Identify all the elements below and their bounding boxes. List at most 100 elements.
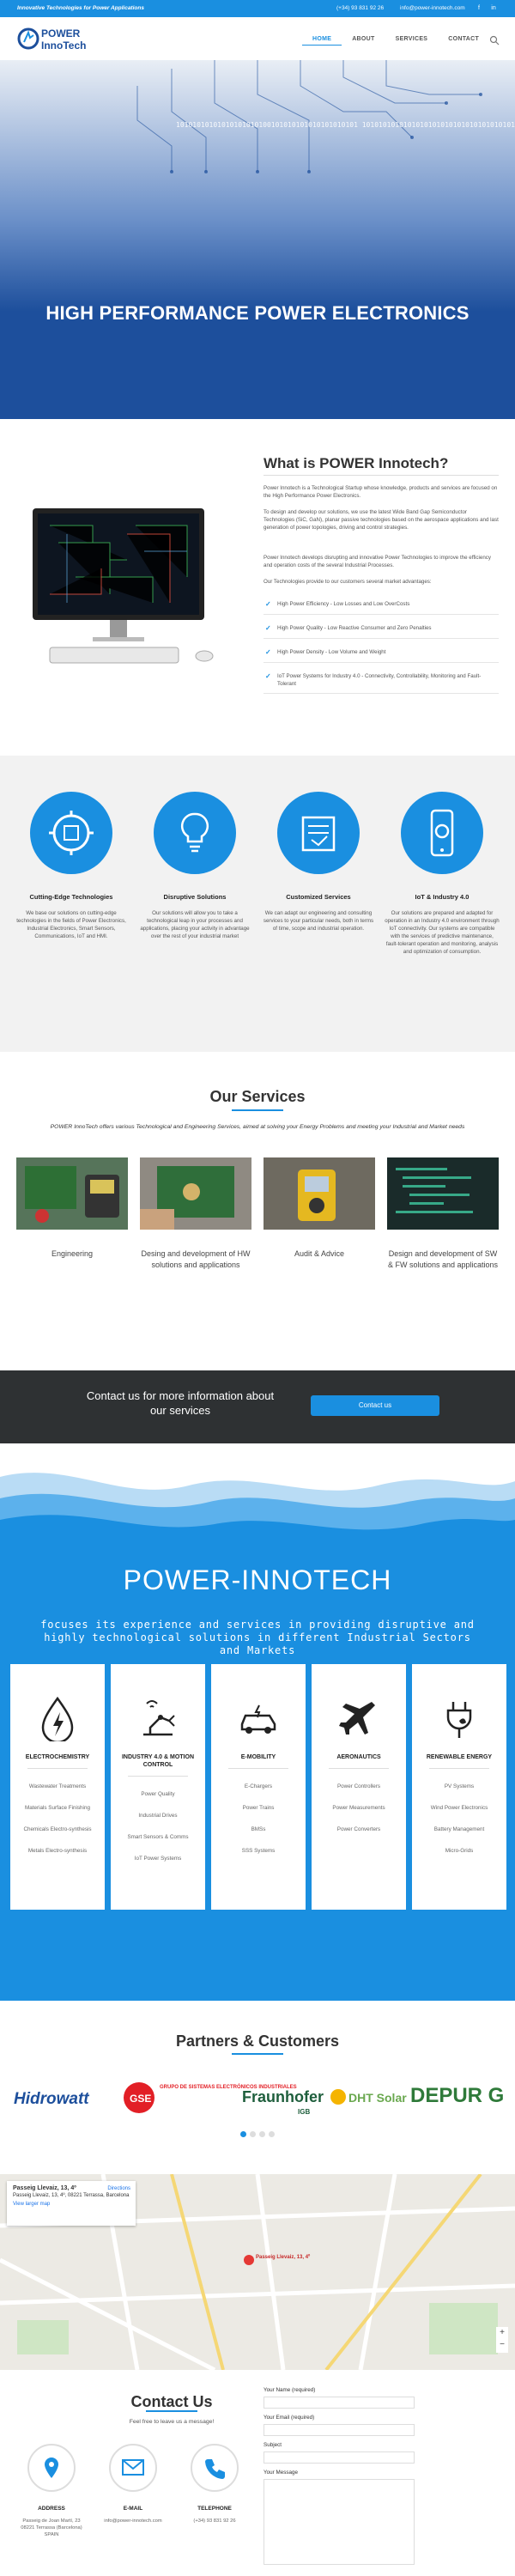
feature-title: Disruptive Solutions (163, 893, 227, 901)
feature-title: IoT & Industry 4.0 (415, 893, 470, 901)
feature-title: Cutting-Edge Technologies (29, 893, 113, 901)
service-engineering[interactable]: Engineering (16, 1157, 128, 1260)
logo-dht-solar: DHT Solar (348, 2091, 407, 2105)
sector-item[interactable]: Wastewater Treatments (10, 1783, 105, 1790)
search-icon[interactable] (489, 34, 500, 46)
map-zoom-controls[interactable]: + − (496, 2327, 508, 2353)
sector-item[interactable]: Power Converters (312, 1826, 406, 1833)
service-photo (140, 1157, 251, 1230)
sector-item[interactable]: BMSs (211, 1826, 306, 1833)
contact-address: ADDRESS Passeig de Joan Martí, 23 08221 … (17, 2444, 86, 2538)
check-icon: ✓ (265, 672, 271, 680)
hero-binary-text: 1010101010101010101010010101010101010101… (176, 121, 515, 129)
email-field[interactable] (264, 2424, 415, 2436)
divider (264, 475, 499, 476)
contact-email: E-MAIL info@power-innotech.com (99, 2444, 167, 2524)
sector-item[interactable]: Power Trains (211, 1805, 306, 1812)
contact-address-text: Passeig de Joan Martí, 23 08221 Terrassa… (21, 2518, 82, 2537)
sectors-title: POWER-INNOTECH (123, 1564, 392, 1595)
about-paragraph-1: Power Innotech is a Technological Startu… (264, 485, 498, 499)
envelope-icon (109, 2444, 157, 2492)
map-pin-label: Passeig Llevaiz, 13, 4º (256, 2255, 311, 2260)
facebook-icon[interactable]: f (475, 4, 483, 13)
nav-home[interactable]: HOME (302, 36, 342, 46)
carousel-dot[interactable] (250, 2131, 256, 2137)
contact-phone-title: TELEPHONE (197, 2506, 232, 2512)
service-audit[interactable]: Audit & Advice (264, 1157, 375, 1260)
subject-field[interactable] (264, 2451, 415, 2464)
contact-email-text[interactable]: info@power-innotech.com (99, 2518, 167, 2524)
hero-banner: 1010101010101010101010010101010101010101… (0, 60, 515, 419)
hero-circuit-graphic: 1010101010101010101010010101010101010101… (0, 60, 515, 419)
top-bar: Innovative Technologies for Power Applic… (0, 0, 515, 17)
service-label: Design and development of SW & FW soluti… (387, 1249, 499, 1269)
topbar-phone[interactable]: (+34) 93 831 92 26 (336, 5, 384, 11)
sector-title: INDUSTRY 4.0 & MOTION CONTROL (121, 1754, 194, 1768)
sector-item[interactable]: Power Quality (111, 1791, 205, 1798)
logo[interactable]: POWER InnoTech (17, 23, 94, 54)
sector-item[interactable]: Power Measurements (312, 1805, 406, 1812)
linkedin-icon[interactable]: in (489, 4, 498, 13)
services-intro: POWER InnoTech offers various Technologi… (50, 1124, 465, 1130)
logo-depurgan: DEPUR GAN (410, 2084, 503, 2107)
sector-item[interactable]: Metals Electro-synthesis (10, 1848, 105, 1855)
name-field[interactable] (264, 2397, 415, 2409)
sector-item[interactable]: Battery Management (412, 1826, 506, 1833)
contact-us-button[interactable]: Contact us (311, 1395, 439, 1416)
sector-item[interactable]: E-Chargers (211, 1783, 306, 1790)
contact-subtitle: Feel free to leave us a message! (129, 2419, 215, 2425)
topbar-email[interactable]: info@power-innotech.com (400, 5, 465, 11)
nav-contact[interactable]: CONTACT (438, 36, 489, 46)
sector-item[interactable]: Industrial Drives (111, 1813, 205, 1820)
check-icon: ✓ (265, 624, 271, 632)
name-label: Your Name (required) (264, 2387, 316, 2393)
contact-address-title: ADDRESS (38, 2506, 65, 2512)
sector-item[interactable]: IoT Power Systems (111, 1856, 205, 1862)
feature-cutting-edge: Cutting-Edge Technologies We base our so… (14, 792, 129, 940)
sector-title: AERONAUTICS (336, 1754, 381, 1760)
carousel-dot[interactable] (240, 2131, 246, 2137)
hero-title: HIGH PERFORMANCE POWER ELECTRONICS (45, 302, 470, 324)
sectors-subtitle: focuses its experience and services in p… (40, 1619, 475, 1656)
feature-iot: IoT & Industry 4.0 Our solutions are pre… (385, 792, 500, 956)
sector-item[interactable]: Wind Power Electronics (412, 1805, 506, 1812)
main-nav: HOME ABOUT SERVICES CONTACT (302, 36, 489, 46)
logo-text-power: POWER (41, 27, 81, 39)
feature-disruptive: Disruptive Solutions Our solutions will … (137, 792, 252, 940)
sector-card-electrochemistry: ELECTROCHEMISTRY Wastewater Treatments M… (10, 1664, 105, 1910)
contact-phone-text[interactable]: (+34) 93 831 92 26 (180, 2518, 249, 2524)
directions-link[interactable]: Directions (107, 2186, 130, 2191)
service-hw[interactable]: Desing and development of HW solutions a… (140, 1157, 251, 1271)
partners-title: Partners & Customers (175, 2032, 340, 2050)
sector-item[interactable]: Power Controllers (312, 1783, 406, 1790)
feature-title: Customized Services (286, 893, 351, 901)
service-sw[interactable]: Design and development of SW & FW soluti… (387, 1157, 499, 1271)
map-embed[interactable]: Passeig Llevaiz, 13, 4º Passeig Llevaiz,… (0, 2174, 515, 2370)
feature-text: Our solutions will allow you to take a t… (140, 910, 250, 939)
advantage-item: ✓ High Power Efficiency - Low Losses and … (264, 600, 499, 615)
nav-services[interactable]: SERVICES (385, 36, 439, 46)
subject-label: Subject (264, 2442, 282, 2448)
sector-item[interactable]: PV Systems (412, 1783, 506, 1790)
robot-arm-icon (135, 1695, 181, 1741)
nav-about[interactable]: ABOUT (342, 36, 385, 46)
service-photo (387, 1157, 499, 1230)
sector-item[interactable]: Materials Surface Finishing (10, 1805, 105, 1812)
logo-gse: GSE (130, 2093, 151, 2105)
airplane-icon (336, 1695, 382, 1741)
sector-item[interactable]: SSS Systems (211, 1848, 306, 1855)
carousel-dot[interactable] (269, 2131, 275, 2137)
sector-item[interactable]: Micro-Grids (412, 1848, 506, 1855)
sector-item[interactable]: Chemicals Electro-synthesis (10, 1826, 105, 1833)
sector-card-aeronautics: AERONAUTICS Power Controllers Power Meas… (312, 1664, 406, 1910)
view-larger-map-link[interactable]: View larger map (13, 2202, 130, 2207)
service-photo (264, 1157, 375, 1230)
feature-customized: Customized Services We can adapt our eng… (261, 792, 376, 933)
carousel-dot[interactable] (259, 2131, 265, 2137)
message-field[interactable] (264, 2479, 415, 2565)
sector-title: E-MOBILITY (240, 1754, 276, 1760)
sector-item[interactable]: Smart Sensors & Comms (111, 1834, 205, 1841)
location-pin-icon (27, 2444, 76, 2492)
blueprint-icon (277, 792, 360, 874)
cta-text: Contact us for more information about ou… (86, 1389, 275, 1417)
